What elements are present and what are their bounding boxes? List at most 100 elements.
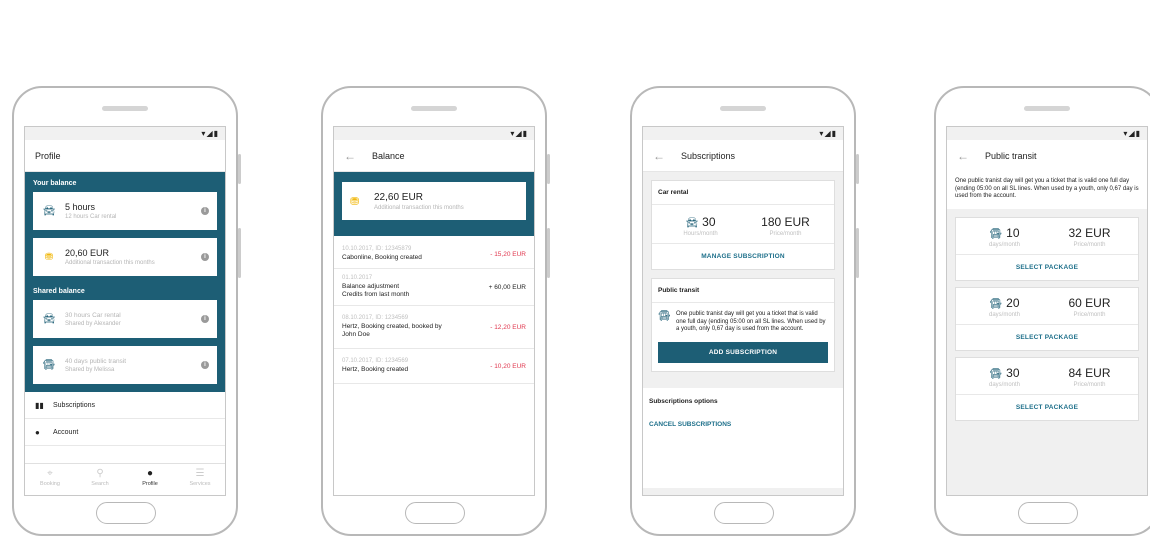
- package-card: 🚍︎ 30 days/month 84 EUR Price/month SELEC…: [955, 356, 1139, 421]
- nav-profile[interactable]: ● Profile: [125, 464, 175, 495]
- cancel-subscriptions-link[interactable]: CANCEL SUBSCRIPTIONS: [649, 421, 837, 428]
- side-button: [856, 154, 859, 184]
- shared-primary: 30 hours Car rental: [65, 311, 121, 319]
- public-transit-info: 🚍︎ One public tranist day will get you a…: [652, 303, 834, 342]
- back-arrow-icon[interactable]: ←: [653, 149, 665, 163]
- price-value: 180 EUR: [761, 215, 810, 229]
- transaction-row[interactable]: 07.10.2017, ID: 1234569 Hertz, Booking c…: [334, 349, 534, 384]
- page-title: Balance: [372, 150, 405, 161]
- bus-icon: 🚍︎: [989, 298, 1003, 310]
- shared-secondary: Shared by Alexander: [65, 320, 121, 327]
- appbar: ← Public transit: [947, 140, 1147, 172]
- transaction-row[interactable]: 08.10.2017, ID: 1234569 Hertz, Booking c…: [334, 306, 534, 349]
- select-package-button[interactable]: SELECT PACKAGE: [956, 395, 1138, 420]
- shared-balance-label: Shared balance: [33, 288, 85, 295]
- balance-primary: 20,60 EUR: [65, 248, 110, 258]
- days-unit: days/month: [988, 311, 1021, 318]
- home-button: [714, 502, 774, 524]
- menu-item-account[interactable]: ● Account: [25, 419, 225, 446]
- balance-secondary: Additional transaction this months: [65, 260, 155, 266]
- home-button: [405, 502, 465, 524]
- tx-desc: Cabonline, Booking created: [342, 254, 422, 261]
- shared-card-car[interactable]: 🚘︎ 30 hours Car rental Shared by Alexand…: [33, 300, 217, 338]
- balance-header: ⛃ 22,60 EUR Additional transaction this …: [334, 172, 534, 236]
- bus-icon: 🚍︎: [989, 368, 1003, 380]
- hours-unit: Hours/month: [683, 231, 718, 237]
- tx-desc-2: Credits from last month: [342, 291, 410, 298]
- mockup-stage: ▾◢▮ Profile Your balance 🚘︎ 5 hours 12 h…: [0, 0, 1150, 536]
- page-title: Profile: [35, 150, 61, 161]
- appbar: Profile: [25, 140, 225, 172]
- person-icon: ●: [35, 427, 40, 437]
- phone-subscriptions: ▾◢▮ ← Subscriptions Car rental 🚘︎ 30 Hour…: [630, 86, 859, 536]
- coins-icon: ⛃: [44, 251, 54, 263]
- menu-item-subscriptions[interactable]: ▮▮ Subscriptions: [25, 392, 225, 419]
- home-button: [1018, 502, 1078, 524]
- subscription-options: Subscriptions options CANCEL SUBSCRIPTIO…: [643, 387, 843, 488]
- ticket-icon: ▮▮: [35, 400, 44, 410]
- menu-label: Account: [53, 428, 79, 436]
- profile-icon: ●: [146, 468, 154, 479]
- price-unit: Price/month: [769, 231, 802, 237]
- nav-booking[interactable]: ⌖ Booking: [25, 464, 75, 495]
- info-icon[interactable]: i: [201, 315, 209, 323]
- days-value: 30: [1006, 365, 1020, 380]
- add-subscription-button[interactable]: ADD SUBSCRIPTION: [658, 341, 828, 363]
- balance-note: Additional transaction this months: [374, 204, 464, 211]
- speaker: [720, 106, 766, 111]
- balance-secondary: 12 hours Car rental: [65, 214, 117, 220]
- car-rental-card: Car rental 🚘︎ 30 Hours/month 180 EUR Pric…: [651, 180, 835, 270]
- page-title: Subscriptions: [681, 150, 736, 161]
- package-card: 🚍︎ 20 days/month 60 EUR Price/month SELEC…: [955, 286, 1139, 351]
- days-value: 20: [1006, 295, 1020, 310]
- price-unit: Price/month: [1073, 241, 1106, 248]
- nav-services[interactable]: ☰ Services: [175, 464, 225, 495]
- home-button: [96, 502, 156, 524]
- transaction-row[interactable]: 01.10.2017 Balance adjustment Credits fr…: [334, 269, 534, 306]
- menu-label: Subscriptions: [53, 401, 96, 409]
- package-stats: 🚍︎ 10 days/month 32 EUR Price/month: [956, 218, 1138, 255]
- back-arrow-icon[interactable]: ←: [957, 149, 969, 163]
- hours-value: 30: [702, 215, 716, 229]
- screen-balance: ▾◢▮ ← Balance ⛃ 22,60 EUR Additional tra…: [333, 126, 535, 496]
- price-value: 32 EUR: [1068, 225, 1111, 240]
- screen-public-transit: ▾◢▮ ← Public transit One public tranist …: [946, 126, 1148, 496]
- info-icon[interactable]: i: [201, 361, 209, 369]
- balance-primary: 5 hours: [65, 202, 96, 212]
- info-icon[interactable]: i: [201, 253, 209, 261]
- shared-primary: 40 days public transit: [65, 357, 127, 365]
- select-package-button[interactable]: SELECT PACKAGE: [956, 325, 1138, 350]
- bus-icon: 🚍︎: [989, 228, 1003, 240]
- coins-icon: ⛃: [350, 195, 360, 208]
- public-transit-card: Public transit 🚍︎ One public tranist day…: [651, 278, 835, 372]
- balance-card-eur[interactable]: ⛃ 20,60 EUR Additional transaction this …: [33, 238, 217, 276]
- info-icon[interactable]: i: [201, 207, 209, 215]
- nav-label: Search: [91, 481, 109, 487]
- nav-label: Services: [189, 481, 211, 487]
- balance-card-hours[interactable]: 🚘︎ 5 hours 12 hours Car rental i: [33, 192, 217, 230]
- package-list: 🚍︎ 10 days/month 32 EUR Price/month SELEC…: [947, 208, 1147, 429]
- appbar: ← Balance: [334, 140, 534, 172]
- tx-date: 08.10.2017, ID: 1234569: [342, 315, 409, 321]
- shared-card-transit[interactable]: 🚍︎ 40 days public transit Shared by Meli…: [33, 346, 217, 384]
- nav-search[interactable]: ⚲ Search: [75, 464, 125, 495]
- package-stats: 🚍︎ 30 days/month 84 EUR Price/month: [956, 358, 1138, 395]
- car-icon: 🚘︎: [42, 313, 56, 325]
- tx-desc: Hertz, Booking created: [342, 366, 409, 373]
- volume-button: [238, 228, 241, 278]
- options-header: Subscriptions options: [649, 397, 718, 405]
- manage-subscription-button[interactable]: MANAGE SUBSCRIPTION: [652, 244, 834, 269]
- volume-button: [547, 228, 550, 278]
- back-arrow-icon[interactable]: ←: [344, 149, 356, 163]
- phone-balance: ▾◢▮ ← Balance ⛃ 22,60 EUR Additional tra…: [321, 86, 550, 536]
- car-rental-stats: 🚘︎ 30 Hours/month 180 EUR Price/month: [652, 205, 834, 244]
- pin-icon: ⌖: [47, 468, 53, 479]
- side-button: [238, 154, 241, 184]
- transaction-row[interactable]: 10.10.2017, ID: 12345879 Cabonline, Book…: [334, 240, 534, 269]
- tx-desc: Hertz, Booking created, booked by: [342, 323, 442, 330]
- car-icon: 🚘︎: [685, 218, 699, 229]
- select-package-button[interactable]: SELECT PACKAGE: [956, 255, 1138, 280]
- status-bar: ▾◢▮: [947, 127, 1147, 140]
- appbar: ← Subscriptions: [643, 140, 843, 172]
- car-icon: 🚘︎: [42, 205, 56, 217]
